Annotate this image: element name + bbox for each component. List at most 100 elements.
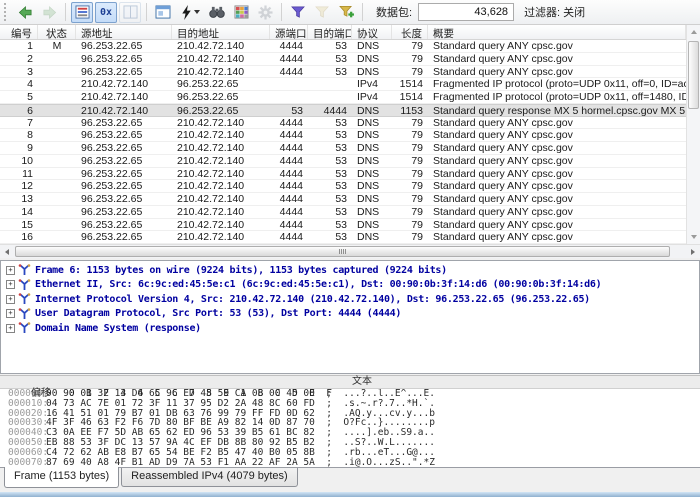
vertical-scrollbar-thumb[interactable] bbox=[688, 41, 699, 109]
packet-row[interactable]: 1096.253.22.65210.42.72.140444453DNS79St… bbox=[0, 155, 686, 168]
filter-add-button[interactable] bbox=[335, 2, 357, 23]
scroll-left-icon[interactable] bbox=[0, 245, 14, 258]
column-header[interactable]: 源端口 bbox=[270, 25, 308, 39]
cell-len: 79 bbox=[392, 117, 428, 129]
packet-row[interactable]: 5210.42.72.14096.253.22.65IPv41514Fragme… bbox=[0, 91, 686, 104]
tab-reassembled-ipv4[interactable]: Reassembled IPv4 (4079 bytes) bbox=[121, 468, 298, 487]
cell-status bbox=[38, 193, 76, 205]
expand-plus-icon[interactable] bbox=[6, 295, 15, 304]
packet-list-toggle[interactable] bbox=[71, 2, 93, 23]
cell-status bbox=[38, 168, 76, 180]
cell-len: 79 bbox=[392, 66, 428, 78]
cell-len: 79 bbox=[392, 206, 428, 218]
cell-summary: Standard query ANY cpsc.gov bbox=[428, 40, 686, 52]
cell-proto: DNS bbox=[352, 206, 392, 218]
packet-row[interactable]: 1696.253.22.65210.42.72.140444453DNS79St… bbox=[0, 231, 686, 244]
vertical-scrollbar[interactable] bbox=[686, 25, 700, 244]
cell-src: 96.253.22.65 bbox=[76, 168, 172, 180]
tree-item[interactable]: User Datagram Protocol, Src Port: 53 (53… bbox=[4, 307, 699, 322]
packet-row[interactable]: 6210.42.72.14096.253.22.65534444DNS1153S… bbox=[0, 104, 686, 117]
cell-status bbox=[38, 219, 76, 231]
toolbar-separator bbox=[146, 3, 147, 21]
expand-plus-icon[interactable] bbox=[6, 266, 15, 275]
toolbar-separator bbox=[362, 3, 363, 21]
hex-offset: 000070: bbox=[0, 458, 46, 468]
cell-no: 15 bbox=[0, 219, 38, 231]
toolbar-separator bbox=[281, 3, 282, 21]
packet-row[interactable]: 1296.253.22.65210.42.72.140444453DNS79St… bbox=[0, 180, 686, 193]
packet-row[interactable]: 1196.253.22.65210.42.72.140444453DNS79St… bbox=[0, 168, 686, 181]
cell-no: 12 bbox=[0, 180, 38, 192]
conversations-button[interactable] bbox=[230, 2, 252, 23]
column-header[interactable]: 目的端口 bbox=[308, 25, 352, 39]
column-header[interactable]: 长度 bbox=[392, 25, 428, 39]
packet-row[interactable]: 1M96.253.22.65210.42.72.140444453DNS79St… bbox=[0, 40, 686, 53]
expand-plus-icon[interactable] bbox=[6, 309, 15, 318]
toolbar-grip[interactable] bbox=[4, 3, 10, 21]
horizontal-scrollbar[interactable] bbox=[0, 244, 700, 258]
packet-row[interactable]: 396.253.22.65210.42.72.140444453DNS79Sta… bbox=[0, 66, 686, 79]
scroll-right-icon[interactable] bbox=[686, 245, 700, 258]
packet-row[interactable]: 1396.253.22.65210.42.72.140444453DNS79St… bbox=[0, 193, 686, 206]
packet-row[interactable]: 4210.42.72.14096.253.22.65IPv41514Fragme… bbox=[0, 78, 686, 91]
cell-proto: DNS bbox=[352, 155, 392, 167]
capture-button[interactable] bbox=[176, 2, 204, 23]
column-header[interactable]: 源地址 bbox=[76, 25, 172, 39]
tree-item-label: User Datagram Protocol, Src Port: 53 (53… bbox=[35, 308, 401, 319]
hex-offset-header: 偏移 bbox=[23, 388, 69, 400]
cell-dport: 53 bbox=[308, 40, 352, 52]
forward-button[interactable] bbox=[38, 2, 60, 23]
cell-sport: 4444 bbox=[270, 231, 308, 243]
scroll-up-icon[interactable] bbox=[687, 25, 700, 39]
cell-proto: DNS bbox=[352, 105, 392, 116]
packet-row[interactable]: 1596.253.22.65210.42.72.140444453DNS79St… bbox=[0, 219, 686, 232]
cell-dst: 210.42.72.140 bbox=[172, 129, 270, 141]
cell-dport: 53 bbox=[308, 206, 352, 218]
column-header[interactable]: 概要 bbox=[428, 25, 686, 39]
packet-row[interactable]: 296.253.22.65210.42.72.140444453DNS79Sta… bbox=[0, 53, 686, 66]
column-header[interactable]: 状态 bbox=[38, 25, 76, 39]
back-button[interactable] bbox=[14, 2, 36, 23]
packet-list-panel: 编号状态源地址目的地址源端口目的端口协议长度概要 1M96.253.22.652… bbox=[0, 25, 700, 258]
cell-len: 79 bbox=[392, 231, 428, 243]
settings-button[interactable] bbox=[254, 2, 276, 23]
tree-item[interactable]: Domain Name System (response) bbox=[4, 321, 699, 336]
cell-sport: 4444 bbox=[270, 117, 308, 129]
packet-table-header[interactable]: 编号状态源地址目的地址源端口目的端口协议长度概要 bbox=[0, 25, 686, 40]
cell-dst: 210.42.72.140 bbox=[172, 142, 270, 154]
tree-item[interactable]: Frame 6: 1153 bytes on wire (9224 bits),… bbox=[4, 263, 699, 278]
gear-icon bbox=[258, 5, 273, 20]
packet-row[interactable]: 796.253.22.65210.42.72.140444453DNS79Sta… bbox=[0, 117, 686, 130]
packet-row[interactable]: 1496.253.22.65210.42.72.140444453DNS79St… bbox=[0, 206, 686, 219]
horizontal-scrollbar-thumb[interactable] bbox=[15, 246, 670, 257]
cell-no: 14 bbox=[0, 206, 38, 218]
split-view-toggle[interactable] bbox=[119, 2, 141, 23]
hex-row[interactable]: 000070:87 69 40 A8 4F B1 AD D9 7A 53 F1 … bbox=[0, 458, 700, 468]
column-header[interactable]: 目的地址 bbox=[172, 25, 270, 39]
find-button[interactable] bbox=[206, 2, 228, 23]
expand-plus-icon[interactable] bbox=[6, 280, 15, 289]
protocol-icon bbox=[18, 264, 31, 276]
expand-plus-icon[interactable] bbox=[6, 324, 15, 333]
toolbar: 0x bbox=[0, 0, 700, 25]
cell-sport: 4444 bbox=[270, 219, 308, 231]
filter-button[interactable] bbox=[287, 2, 309, 23]
forward-arrow-icon bbox=[42, 5, 57, 20]
cell-dport: 53 bbox=[308, 168, 352, 180]
column-header[interactable]: 协议 bbox=[352, 25, 392, 39]
packet-row[interactable]: 896.253.22.65210.42.72.140444453DNS79Sta… bbox=[0, 129, 686, 142]
packet-row[interactable]: 996.253.22.65210.42.72.140444453DNS79Sta… bbox=[0, 142, 686, 155]
cell-sport: 4444 bbox=[270, 155, 308, 167]
color-grid-icon bbox=[234, 5, 249, 19]
scroll-down-icon[interactable] bbox=[687, 230, 700, 244]
column-header[interactable]: 编号 bbox=[0, 25, 38, 39]
cell-src: 96.253.22.65 bbox=[76, 155, 172, 167]
cell-status bbox=[38, 231, 76, 243]
filter-clear-button[interactable] bbox=[311, 2, 333, 23]
hex-view-toggle[interactable]: 0x bbox=[95, 2, 117, 23]
cell-sport: 4444 bbox=[270, 53, 308, 65]
tree-item[interactable]: Internet Protocol Version 4, Src: 210.42… bbox=[4, 292, 699, 307]
tree-item[interactable]: Ethernet II, Src: 6c:9c:ed:45:5e:c1 (6c:… bbox=[4, 278, 699, 293]
details-panel-button[interactable] bbox=[152, 2, 174, 23]
tab-frame[interactable]: Frame (1153 bytes) bbox=[4, 467, 119, 488]
